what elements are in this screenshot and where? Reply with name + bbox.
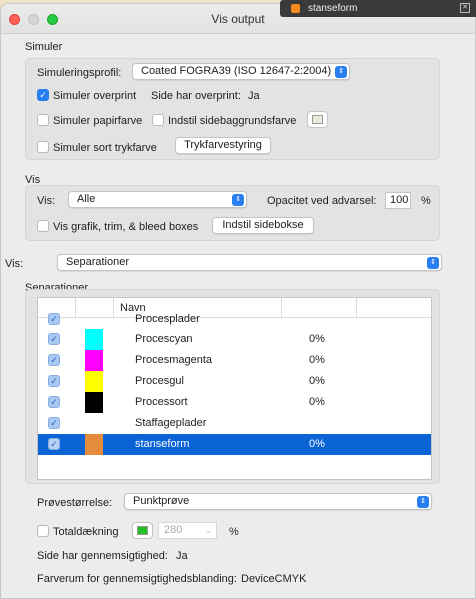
separation-name: stanseform <box>135 438 190 450</box>
blend-space-label: Farverum for gennemsigtighedsblanding: <box>37 573 237 585</box>
separation-color-icon <box>291 4 300 13</box>
profile-select-value: Coated FOGRA39 (ISO 12647-2:2004) <box>141 65 332 77</box>
separation-visible-checkbox[interactable]: ✓ <box>48 417 60 429</box>
separation-palette-title: stanseform <box>308 3 358 14</box>
simuler-heading: Simuler <box>25 41 63 53</box>
separation-visible-checkbox[interactable]: ✓ <box>48 396 60 408</box>
chevron-updown-icon: ⇕ <box>427 256 439 269</box>
separation-row[interactable]: ✓ stanseform 0% <box>38 434 431 455</box>
separation-row[interactable]: ✓ Processort 0% <box>38 392 431 413</box>
page-transparency-label: Side har gennemsigtighed: <box>37 550 168 562</box>
color-swatch-icon <box>137 526 148 535</box>
simulate-overprint-label: Simuler overprint <box>53 90 137 102</box>
vis-mode-value: Separationer <box>66 256 129 268</box>
sample-size-value: Punktprøve <box>133 495 190 507</box>
page-overprint-label: Side har overprint: <box>151 90 241 102</box>
ink-manager-button[interactable]: Trykfarvestyring <box>175 137 271 154</box>
separation-visible-checkbox[interactable]: ✓ <box>48 375 60 387</box>
separation-row[interactable]: ✓ Procesmagenta 0% <box>38 350 431 371</box>
profile-select[interactable]: Coated FOGRA39 (ISO 12647-2:2004) ⇕ <box>132 63 350 80</box>
simulate-black-ink-label: Simuler sort trykfarve <box>53 142 157 154</box>
page-background-checkbox[interactable] <box>152 114 164 126</box>
separation-color-swatch <box>85 329 103 350</box>
show-label: Vis: <box>37 195 56 207</box>
page-background-label: Indstil sidebaggrundsfarve <box>168 115 297 127</box>
color-swatch-icon <box>312 115 323 124</box>
simulate-black-ink-checkbox[interactable] <box>37 141 49 153</box>
separation-name: Procesplader <box>135 313 200 325</box>
separation-color-swatch <box>85 392 103 413</box>
opacity-label: Opacitet ved advarsel: <box>267 195 377 207</box>
chevron-updown-icon: ⇕ <box>335 65 347 78</box>
coverage-combo[interactable]: 280 ⌄ <box>158 522 217 539</box>
separation-name: Processort <box>135 396 188 408</box>
total-coverage-checkbox[interactable] <box>37 525 49 537</box>
output-preview-window: Vis output Simuler Simuleringsprofil: Co… <box>0 3 476 599</box>
separation-row[interactable]: ✓ Procesplader <box>38 309 431 330</box>
separation-percent: 0% <box>309 375 325 387</box>
separation-color-swatch <box>85 371 103 392</box>
separation-percent: 0% <box>309 396 325 408</box>
separation-color-swatch <box>85 350 103 371</box>
separation-name: Procescyan <box>135 333 193 345</box>
opacity-input[interactable]: 100 <box>385 192 411 209</box>
separation-visible-checkbox[interactable]: ✓ <box>48 438 60 450</box>
total-coverage-label: Totaldækning <box>53 526 119 538</box>
chevron-updown-icon: ⇕ <box>232 193 244 206</box>
simulate-paper-color-label: Simuler papirfarve <box>53 115 143 127</box>
separations-table[interactable]: Navn ✓ Procesplader ✓ Procescyan 0% ✓ Procesma… <box>37 297 432 480</box>
separation-percent: 0% <box>309 354 325 366</box>
show-select-value: Alle <box>77 193 96 205</box>
show-boxes-label: Vis grafik, trim, & bleed boxes <box>53 221 199 233</box>
page-transparency-value: Ja <box>176 550 188 562</box>
separation-row[interactable]: ✓ Procescyan 0% <box>38 329 431 350</box>
separation-visible-checkbox[interactable]: ✓ <box>48 313 60 325</box>
page-boxes-button[interactable]: Indstil sidebokse <box>212 217 314 234</box>
separation-palette-bar[interactable]: stanseform ✕ <box>280 0 476 17</box>
coverage-unit: % <box>229 526 239 538</box>
separation-color-swatch <box>85 434 103 455</box>
close-icon[interactable]: ✕ <box>460 3 470 13</box>
blend-space-value: DeviceCMYK <box>241 573 307 585</box>
sample-size-label: Prøvestørrelse: <box>37 497 113 509</box>
separation-name: Procesmagenta <box>135 354 213 366</box>
simulate-overprint-checkbox[interactable]: ✓ <box>37 89 49 101</box>
vis-mode-label: Vis: <box>5 258 24 270</box>
separation-visible-checkbox[interactable]: ✓ <box>48 354 60 366</box>
separation-row[interactable]: ✓ Procesgul 0% <box>38 371 431 392</box>
coverage-color-well[interactable] <box>132 522 153 539</box>
chevron-updown-icon: ⇕ <box>417 495 429 508</box>
separation-percent: 0% <box>309 438 325 450</box>
show-boxes-checkbox[interactable] <box>37 220 49 232</box>
simulate-paper-color-checkbox[interactable] <box>37 114 49 126</box>
profile-label: Simuleringsprofil: <box>37 67 122 79</box>
vis-mode-select[interactable]: Separationer ⇕ <box>57 254 442 271</box>
chevron-down-icon: ⌄ <box>205 526 212 535</box>
separation-visible-checkbox[interactable]: ✓ <box>48 333 60 345</box>
opacity-unit: % <box>421 195 431 207</box>
separation-name: Staffageplader <box>135 417 207 429</box>
show-select[interactable]: Alle ⇕ <box>68 191 247 208</box>
page-overprint-value: Ja <box>248 90 260 102</box>
sample-size-select[interactable]: Punktprøve ⇕ <box>124 493 432 510</box>
separation-row[interactable]: ✓ Staffageplader <box>38 413 431 434</box>
page-background-color-well[interactable] <box>307 111 328 128</box>
separation-percent: 0% <box>309 333 325 345</box>
separation-name: Procesgul <box>135 375 184 387</box>
coverage-value: 280 <box>164 524 183 536</box>
